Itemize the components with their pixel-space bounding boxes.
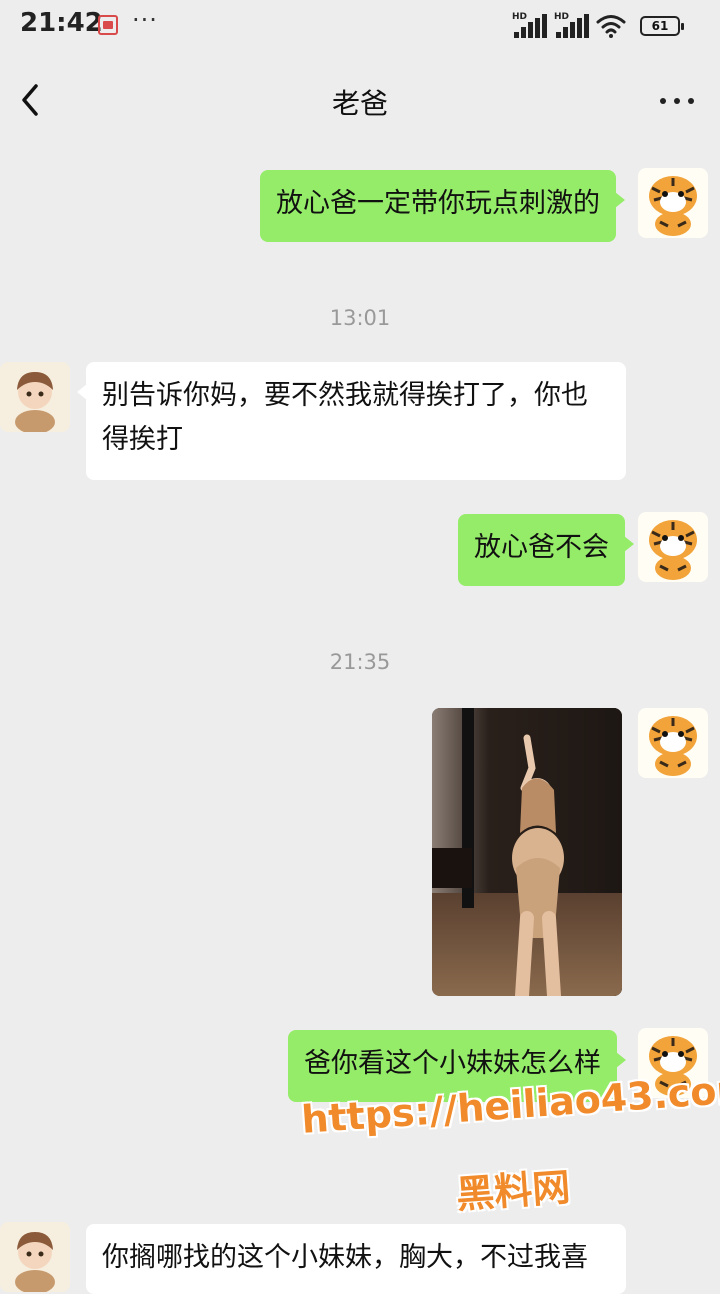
- message-bubble-outgoing[interactable]: 放心爸一定带你玩点刺激的: [260, 170, 625, 242]
- signal-hd-label: HD: [554, 12, 570, 22]
- app-notification-icon: [98, 15, 118, 35]
- signal-icon: HD: [554, 12, 590, 38]
- more-dots-icon[interactable]: [658, 82, 698, 118]
- battery-icon: 61: [640, 16, 684, 36]
- self-avatar[interactable]: [638, 1028, 708, 1098]
- self-avatar[interactable]: [638, 708, 708, 778]
- message-bubble-incoming[interactable]: 别告诉你妈，要不然我就得挨打了，你也得挨打: [77, 362, 626, 480]
- image-message[interactable]: [432, 708, 622, 996]
- wifi-icon: [596, 15, 626, 38]
- signal-hd-label: HD: [512, 12, 528, 22]
- self-avatar[interactable]: [638, 168, 708, 238]
- contact-avatar[interactable]: [0, 362, 70, 432]
- status-more-icon: ···: [132, 6, 158, 34]
- chat-header: 老爸: [0, 52, 720, 148]
- chat-title: 老爸: [331, 87, 388, 120]
- signal-icon: HD: [512, 12, 548, 38]
- self-avatar[interactable]: [638, 512, 708, 582]
- timestamp: 13:01: [329, 306, 391, 330]
- watermark-name: 黑料网: [454, 1165, 572, 1217]
- watermark: https://heiliao43.com 黑料网: [300, 1066, 720, 1218]
- status-time: 21:42: [20, 8, 103, 38]
- contact-avatar[interactable]: [0, 1222, 70, 1292]
- status-bar: 21:42 ··· HD HD 61: [0, 0, 720, 52]
- message-bubble-outgoing[interactable]: 放心爸不会: [458, 514, 634, 586]
- message-bubble-outgoing[interactable]: 爸你看这个小妹妹怎么样: [288, 1030, 626, 1102]
- message-bubble-incoming[interactable]: 你搁哪找的这个小妹妹，胸大，不过我喜: [86, 1224, 626, 1294]
- timestamp: 21:35: [329, 650, 391, 674]
